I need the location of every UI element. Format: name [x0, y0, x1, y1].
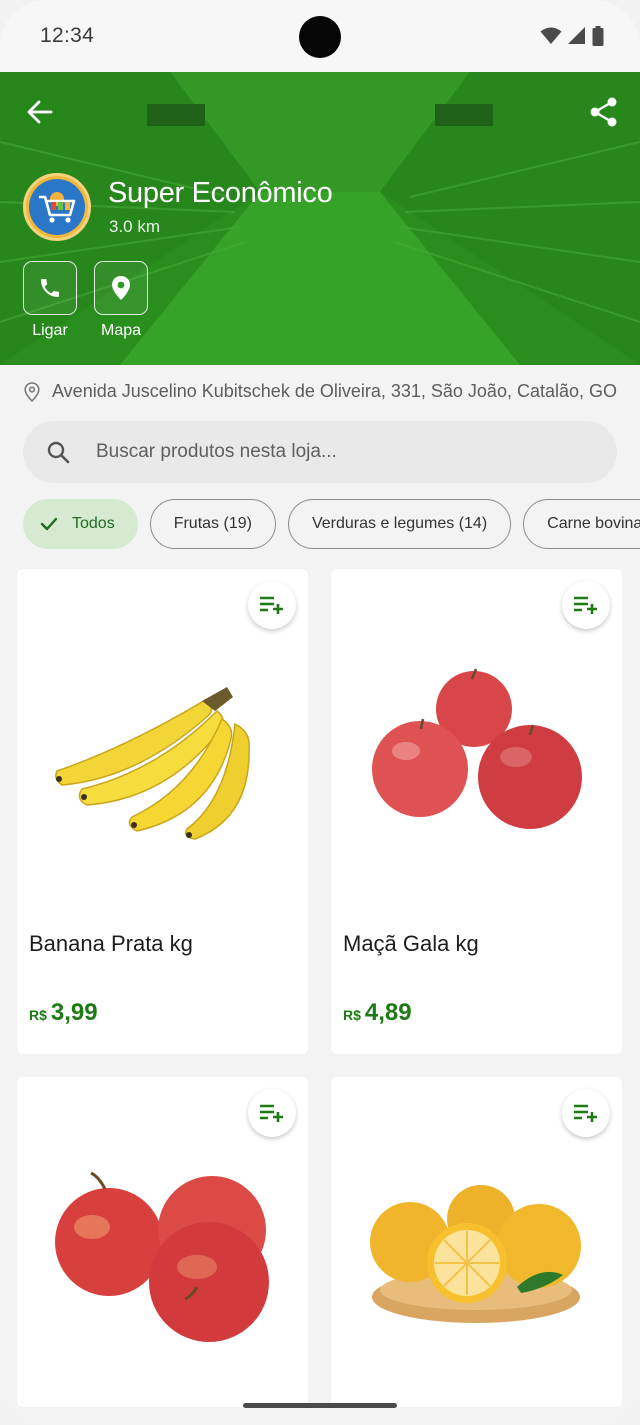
add-to-list-button[interactable]	[562, 581, 610, 629]
status-bar: 12:34	[0, 0, 640, 72]
add-to-list-button[interactable]	[248, 1089, 296, 1137]
product-price: R$ 4,89	[343, 999, 412, 1027]
price-currency: R$	[29, 1007, 47, 1023]
chip-verduras-legumes[interactable]: Verduras e legumes (14)	[287, 499, 512, 549]
chip-label: Todos	[72, 515, 115, 532]
app-screen: 12:34 Super Econômico 3.0 km Ligar Mapa …	[0, 0, 640, 1425]
location-pin-icon	[24, 381, 40, 402]
playlist-add-icon	[260, 1104, 283, 1122]
call-button[interactable]	[23, 261, 77, 315]
shopping-cart-icon	[39, 192, 76, 223]
category-filter-chips: Todos Frutas (19) Verduras e legumes (14…	[23, 499, 640, 549]
call-label: Ligar	[32, 322, 68, 339]
orange-image	[370, 1185, 581, 1323]
price-value: 4,89	[364, 999, 412, 1026]
share-button[interactable]	[586, 94, 622, 130]
playlist-add-icon	[574, 1104, 597, 1122]
price-value: 3,99	[50, 999, 98, 1026]
store-header: Super Econômico 3.0 km Ligar Mapa	[0, 72, 640, 365]
playlist-add-icon	[260, 596, 283, 614]
store-address: Avenida Juscelino Kubitschek de Oliveira…	[24, 381, 624, 402]
home-indicator[interactable]	[243, 1403, 397, 1408]
chip-frutas[interactable]: Frutas (19)	[149, 499, 276, 549]
product-card[interactable]: Maçã Gala kg R$ 4,89	[331, 569, 622, 1054]
system-icons	[540, 26, 604, 46]
search-input[interactable]	[96, 441, 576, 463]
add-to-list-button[interactable]	[248, 581, 296, 629]
map-label: Mapa	[100, 322, 142, 339]
chip-todos[interactable]: Todos	[23, 499, 138, 549]
playlist-add-icon	[574, 596, 597, 614]
product-name: Maçã Gala kg	[343, 931, 479, 956]
store-logo	[23, 173, 91, 241]
chip-carne-bovina[interactable]: Carne bovina	[523, 499, 640, 549]
product-card[interactable]	[17, 1077, 308, 1407]
product-card[interactable]: Banana Prata kg R$ 3,99	[17, 569, 308, 1054]
arrow-left-icon	[27, 100, 53, 124]
battery-icon	[592, 26, 604, 46]
store-distance: 3.0 km	[109, 217, 161, 236]
check-icon	[40, 517, 58, 531]
apple-image	[55, 1171, 269, 1342]
banana-image	[55, 687, 250, 840]
add-to-list-button[interactable]	[562, 1089, 610, 1137]
front-camera	[299, 16, 341, 58]
status-time: 12:34	[40, 24, 95, 47]
signal-icon	[568, 27, 585, 44]
address-text: Avenida Juscelino Kubitschek de Oliveira…	[52, 381, 617, 401]
price-currency: R$	[343, 1007, 361, 1023]
map-button[interactable]	[94, 261, 148, 315]
product-name: Banana Prata kg	[29, 931, 193, 956]
search-bar[interactable]	[23, 421, 617, 483]
product-card[interactable]	[331, 1077, 622, 1407]
search-icon	[45, 439, 71, 465]
map-pin-icon	[112, 276, 130, 300]
apple-image	[372, 668, 582, 829]
phone-icon	[41, 279, 59, 297]
chip-label: Verduras e legumes (14)	[311, 515, 488, 532]
share-icon	[590, 97, 617, 127]
chip-label: Frutas (19)	[173, 515, 252, 532]
product-price: R$ 3,99	[29, 999, 98, 1027]
wifi-icon	[540, 27, 562, 44]
back-button[interactable]	[22, 94, 58, 130]
store-name: Super Econômico	[108, 177, 333, 209]
chip-label: Carne bovina	[547, 515, 640, 532]
